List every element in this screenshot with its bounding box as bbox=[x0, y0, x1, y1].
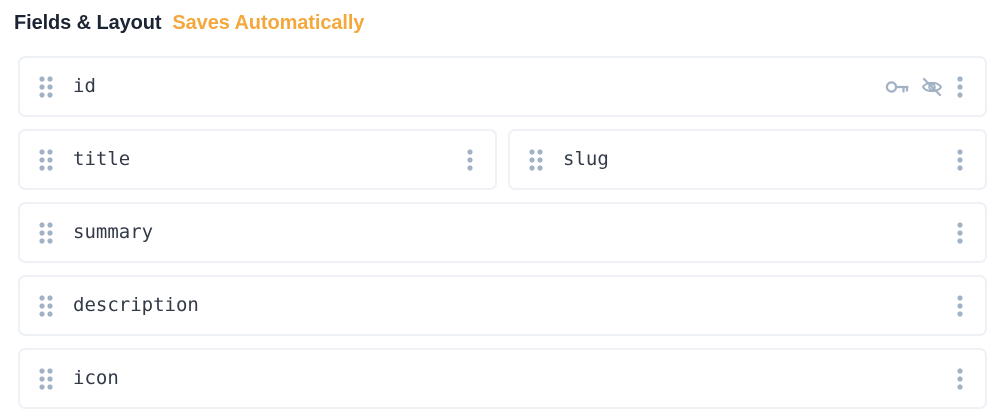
field-name: title bbox=[73, 148, 131, 170]
page-header: Fields & Layout Saves Automatically bbox=[14, 10, 364, 36]
field-actions bbox=[955, 277, 965, 334]
drag-handle-icon[interactable] bbox=[38, 368, 54, 390]
eye-off-icon[interactable] bbox=[921, 77, 943, 97]
field-row-title[interactable]: title bbox=[18, 129, 497, 190]
field-actions bbox=[955, 350, 965, 407]
drag-handle-icon[interactable] bbox=[38, 295, 54, 317]
field-name: summary bbox=[73, 221, 154, 243]
drag-handle-icon[interactable] bbox=[38, 149, 54, 171]
field-name: id bbox=[73, 75, 96, 97]
field-name: icon bbox=[73, 367, 119, 389]
field-row-icon[interactable]: icon bbox=[18, 348, 987, 409]
more-vertical-icon[interactable] bbox=[955, 367, 965, 390]
field-name: slug bbox=[563, 148, 609, 170]
field-actions bbox=[885, 58, 965, 115]
page-title: Fields & Layout bbox=[14, 11, 162, 34]
drag-handle-icon[interactable] bbox=[528, 149, 544, 171]
field-actions bbox=[955, 131, 965, 188]
field-row-description[interactable]: description bbox=[18, 275, 987, 336]
key-icon[interactable] bbox=[885, 79, 909, 95]
field-row-summary[interactable]: summary bbox=[18, 202, 987, 263]
drag-handle-icon[interactable] bbox=[38, 76, 54, 98]
autosave-status: Saves Automatically bbox=[172, 11, 365, 34]
field-name: description bbox=[73, 294, 199, 316]
more-vertical-icon[interactable] bbox=[955, 294, 965, 317]
field-actions bbox=[465, 131, 475, 188]
more-vertical-icon[interactable] bbox=[465, 148, 475, 171]
more-vertical-icon[interactable] bbox=[955, 75, 965, 98]
field-actions bbox=[955, 204, 965, 261]
field-row-id[interactable]: id bbox=[18, 56, 987, 117]
more-vertical-icon[interactable] bbox=[955, 148, 965, 171]
field-row-slug[interactable]: slug bbox=[508, 129, 987, 190]
drag-handle-icon[interactable] bbox=[38, 222, 54, 244]
more-vertical-icon[interactable] bbox=[955, 221, 965, 244]
